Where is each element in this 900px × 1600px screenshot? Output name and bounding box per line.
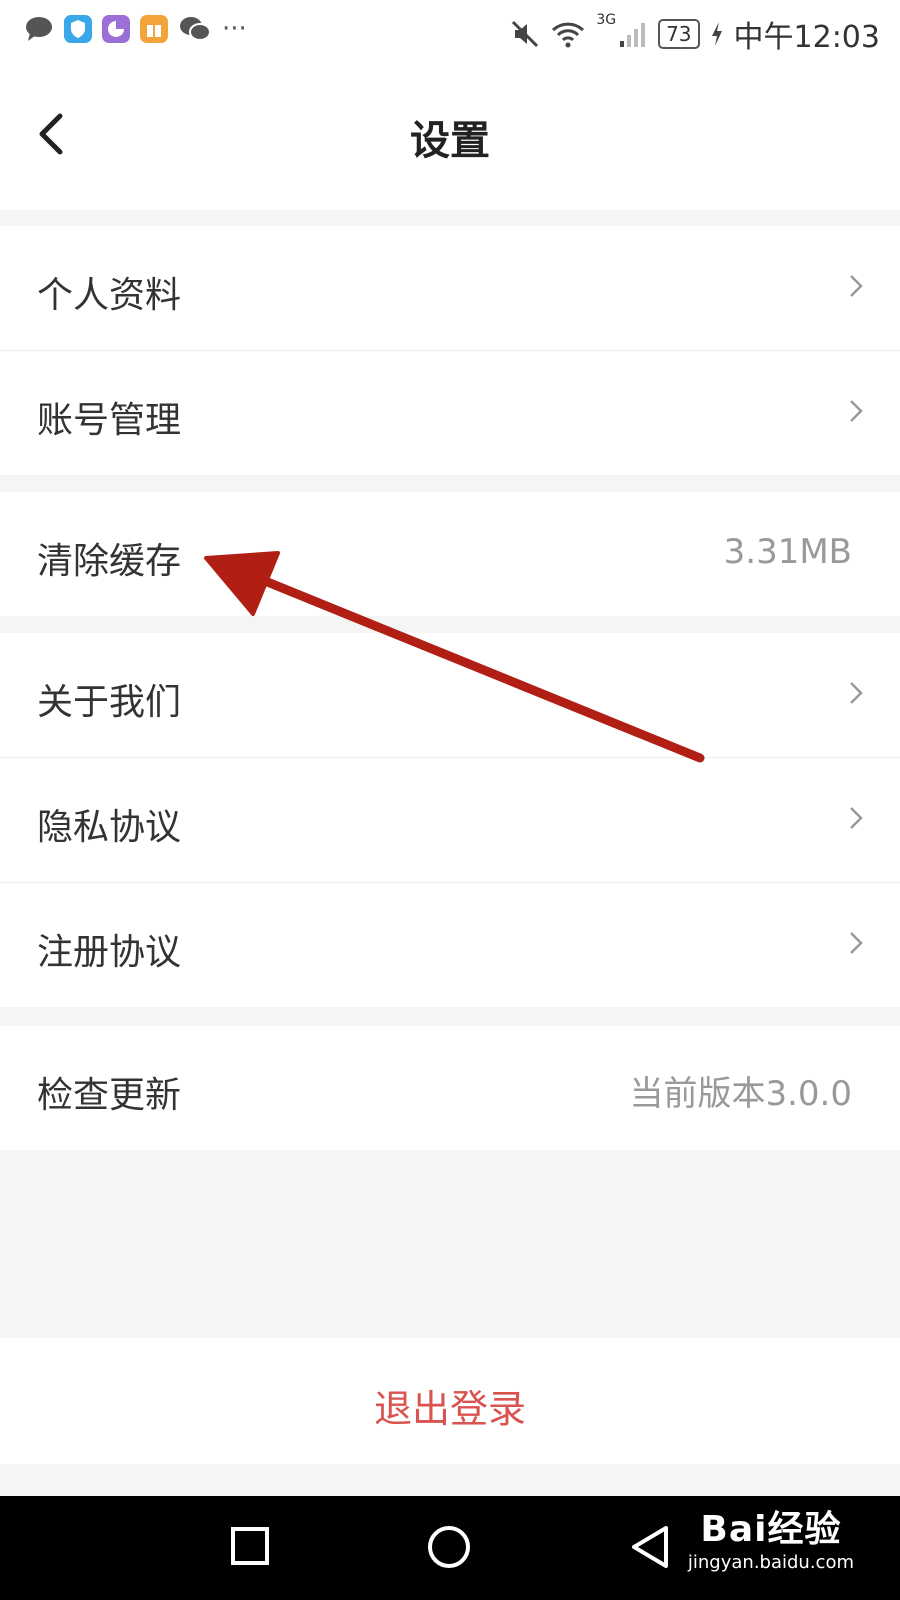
- notification-icons: ···: [24, 14, 247, 44]
- settings-group-about: 关于我们 隐私协议 注册协议: [0, 633, 900, 1007]
- settings-item-clear-cache[interactable]: 清除缓存 3.31MB: [0, 492, 900, 616]
- gift-icon: [140, 15, 168, 43]
- system-status: 3G 73 中午12:03: [510, 12, 880, 56]
- wifi-icon: [552, 22, 585, 48]
- status-bar: ··· 3G 73 中午12:03: [0, 0, 900, 64]
- more-notifications-icon: ···: [222, 14, 247, 44]
- chevron-right-icon: [850, 932, 863, 954]
- settings-item-label: 清除缓存: [37, 541, 182, 582]
- settings-item-label: 隐私协议: [37, 807, 182, 848]
- home-icon[interactable]: [426, 1524, 472, 1570]
- chevron-right-icon: [850, 682, 863, 704]
- settings-item-about-us[interactable]: 关于我们: [0, 633, 900, 758]
- chevron-right-icon: [850, 275, 863, 297]
- charging-icon: [711, 22, 722, 46]
- settings-item-check-update[interactable]: 检查更新 当前版本3.0.0: [0, 1026, 900, 1150]
- logout-label: 退出登录: [373, 1387, 526, 1431]
- settings-item-label: 账号管理: [37, 400, 182, 441]
- clock: 中午12:03: [733, 20, 880, 55]
- back-nav-icon[interactable]: [628, 1524, 672, 1570]
- settings-item-label: 检查更新: [37, 1075, 182, 1116]
- battery-level: 73: [658, 19, 700, 49]
- signal-icon: [620, 23, 646, 47]
- logout-button[interactable]: 退出登录: [0, 1338, 900, 1464]
- chevron-right-icon: [850, 400, 863, 422]
- wechat-icon: [180, 17, 211, 41]
- current-version: 当前版本3.0.0: [629, 1074, 852, 1114]
- recent-apps-icon[interactable]: [228, 1524, 272, 1568]
- settings-item-label: 个人资料: [37, 275, 182, 316]
- settings-group-cache: 清除缓存 3.31MB: [0, 492, 900, 616]
- shield-icon: [64, 15, 92, 43]
- settings-item-label: 注册协议: [37, 932, 182, 973]
- navigation-bar: 设置: [0, 64, 900, 210]
- settings-item-label: 关于我们: [37, 682, 182, 723]
- settings-item-account[interactable]: 账号管理: [0, 351, 900, 475]
- settings-group-profile: 个人资料 账号管理: [0, 226, 900, 475]
- settings-item-privacy[interactable]: 隐私协议: [0, 758, 900, 883]
- chevron-right-icon: [850, 807, 863, 829]
- network-type: 3G: [596, 12, 617, 28]
- chart-icon: [102, 15, 130, 43]
- system-nav-bar: Bai经验 jingyan.baidu.com: [0, 1496, 900, 1600]
- watermark-url: jingyan.baidu.com: [687, 1552, 854, 1573]
- settings-item-registration[interactable]: 注册协议: [0, 883, 900, 1007]
- page-title: 设置: [410, 118, 490, 164]
- watermark-logo: Bai经验: [700, 1509, 842, 1550]
- watermark: Bai经验 jingyan.baidu.com: [688, 1500, 854, 1573]
- settings-group-update: 检查更新 当前版本3.0.0: [0, 1026, 900, 1150]
- mute-icon: [512, 20, 539, 48]
- message-icon: [26, 17, 52, 41]
- cache-size: 3.31MB: [723, 532, 852, 572]
- settings-item-profile[interactable]: 个人资料: [0, 226, 900, 351]
